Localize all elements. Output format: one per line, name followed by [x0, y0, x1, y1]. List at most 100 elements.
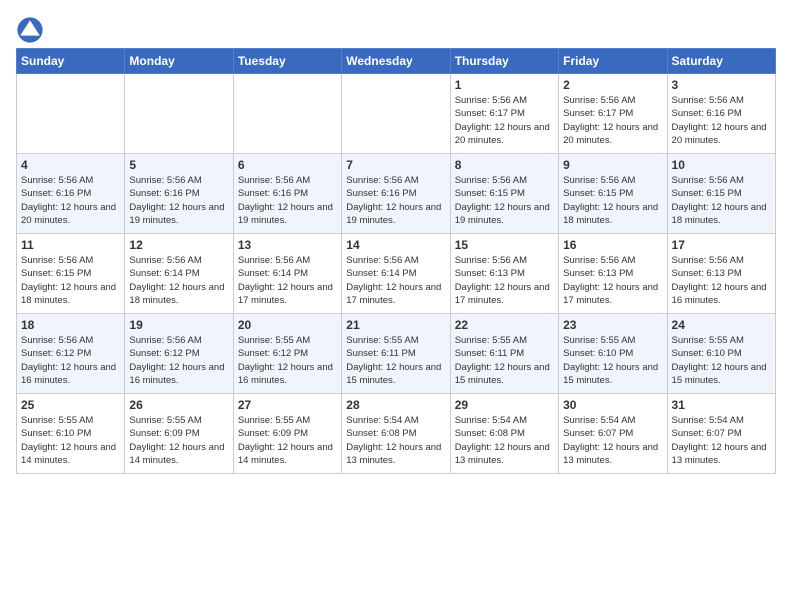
calendar-week-row: 25 Sunrise: 5:55 AM Sunset: 6:10 PM Dayli…: [17, 394, 776, 474]
day-info: Sunrise: 5:55 AM Sunset: 6:11 PM Dayligh…: [346, 334, 445, 387]
calendar-cell: 21 Sunrise: 5:55 AM Sunset: 6:11 PM Dayli…: [342, 314, 450, 394]
day-info: Sunrise: 5:56 AM Sunset: 6:17 PM Dayligh…: [563, 94, 662, 147]
calendar-header-row: SundayMondayTuesdayWednesdayThursdayFrid…: [17, 49, 776, 74]
calendar-cell: 5 Sunrise: 5:56 AM Sunset: 6:16 PM Daylig…: [125, 154, 233, 234]
day-info: Sunrise: 5:55 AM Sunset: 6:09 PM Dayligh…: [238, 414, 337, 467]
day-info: Sunrise: 5:54 AM Sunset: 6:08 PM Dayligh…: [455, 414, 554, 467]
day-info: Sunrise: 5:56 AM Sunset: 6:14 PM Dayligh…: [238, 254, 337, 307]
calendar-cell: 16Sunrise: 5:56 AM Sunset: 6:13 PM Dayli…: [559, 234, 667, 314]
calendar-cell: 24 Sunrise: 5:55 AM Sunset: 6:10 PM Dayli…: [667, 314, 775, 394]
day-header: Wednesday: [342, 49, 450, 74]
calendar-cell: 26 Sunrise: 5:55 AM Sunset: 6:09 PM Dayli…: [125, 394, 233, 474]
calendar-cell: 17Sunrise: 5:56 AM Sunset: 6:13 PM Dayli…: [667, 234, 775, 314]
day-info: Sunrise: 5:55 AM Sunset: 6:10 PM Dayligh…: [672, 334, 771, 387]
calendar-table: SundayMondayTuesdayWednesdayThursdayFrid…: [16, 48, 776, 474]
logo-icon: [16, 16, 44, 44]
calendar-cell: 30 Sunrise: 5:54 AM Sunset: 6:07 PM Dayli…: [559, 394, 667, 474]
calendar-week-row: 18 Sunrise: 5:56 AM Sunset: 6:12 PM Dayli…: [17, 314, 776, 394]
day-number: 26: [129, 398, 228, 412]
day-info: Sunrise: 5:56 AM Sunset: 6:15 PM Dayligh…: [563, 174, 662, 227]
day-info: Sunrise: 5:56 AM Sunset: 6:16 PM Dayligh…: [346, 174, 445, 227]
day-info: Sunrise: 5:56 AM Sunset: 6:13 PM Dayligh…: [455, 254, 554, 307]
day-number: 31: [672, 398, 771, 412]
calendar-cell: [125, 74, 233, 154]
logo: [16, 16, 48, 44]
calendar-cell: 31 Sunrise: 5:54 AM Sunset: 6:07 PM Dayli…: [667, 394, 775, 474]
day-header: Sunday: [17, 49, 125, 74]
day-number: 1: [455, 78, 554, 92]
day-info: Sunrise: 5:55 AM Sunset: 6:10 PM Dayligh…: [21, 414, 120, 467]
day-info: Sunrise: 5:56 AM Sunset: 6:13 PM Dayligh…: [563, 254, 662, 307]
day-number: 29: [455, 398, 554, 412]
calendar-cell: 19 Sunrise: 5:56 AM Sunset: 6:12 PM Dayli…: [125, 314, 233, 394]
header: [16, 16, 776, 44]
day-header: Thursday: [450, 49, 558, 74]
day-number: 18: [21, 318, 120, 332]
day-number: 13: [238, 238, 337, 252]
calendar-body: 1 Sunrise: 5:56 AM Sunset: 6:17 PM Daylig…: [17, 74, 776, 474]
day-number: 2: [563, 78, 662, 92]
day-number: 25: [21, 398, 120, 412]
day-number: 22: [455, 318, 554, 332]
day-info: Sunrise: 5:56 AM Sunset: 6:13 PM Dayligh…: [672, 254, 771, 307]
calendar-week-row: 11Sunrise: 5:56 AM Sunset: 6:15 PM Dayli…: [17, 234, 776, 314]
calendar-week-row: 1 Sunrise: 5:56 AM Sunset: 6:17 PM Daylig…: [17, 74, 776, 154]
day-number: 11: [21, 238, 120, 252]
day-info: Sunrise: 5:55 AM Sunset: 6:11 PM Dayligh…: [455, 334, 554, 387]
day-info: Sunrise: 5:56 AM Sunset: 6:14 PM Dayligh…: [129, 254, 228, 307]
day-info: Sunrise: 5:54 AM Sunset: 6:07 PM Dayligh…: [563, 414, 662, 467]
day-number: 20: [238, 318, 337, 332]
day-number: 4: [21, 158, 120, 172]
day-header: Tuesday: [233, 49, 341, 74]
calendar-cell: [342, 74, 450, 154]
day-info: Sunrise: 5:55 AM Sunset: 6:10 PM Dayligh…: [563, 334, 662, 387]
day-number: 15: [455, 238, 554, 252]
day-info: Sunrise: 5:54 AM Sunset: 6:07 PM Dayligh…: [672, 414, 771, 467]
day-info: Sunrise: 5:55 AM Sunset: 6:09 PM Dayligh…: [129, 414, 228, 467]
day-info: Sunrise: 5:56 AM Sunset: 6:15 PM Dayligh…: [672, 174, 771, 227]
day-number: 7: [346, 158, 445, 172]
calendar-cell: 22 Sunrise: 5:55 AM Sunset: 6:11 PM Dayli…: [450, 314, 558, 394]
calendar-cell: 25 Sunrise: 5:55 AM Sunset: 6:10 PM Dayli…: [17, 394, 125, 474]
day-info: Sunrise: 5:56 AM Sunset: 6:16 PM Dayligh…: [129, 174, 228, 227]
day-number: 30: [563, 398, 662, 412]
day-number: 27: [238, 398, 337, 412]
day-number: 28: [346, 398, 445, 412]
day-info: Sunrise: 5:56 AM Sunset: 6:16 PM Dayligh…: [238, 174, 337, 227]
day-number: 21: [346, 318, 445, 332]
calendar-week-row: 4 Sunrise: 5:56 AM Sunset: 6:16 PM Daylig…: [17, 154, 776, 234]
day-number: 8: [455, 158, 554, 172]
calendar-cell: 28 Sunrise: 5:54 AM Sunset: 6:08 PM Dayli…: [342, 394, 450, 474]
calendar-cell: 20 Sunrise: 5:55 AM Sunset: 6:12 PM Dayli…: [233, 314, 341, 394]
day-number: 24: [672, 318, 771, 332]
day-info: Sunrise: 5:56 AM Sunset: 6:17 PM Dayligh…: [455, 94, 554, 147]
day-number: 3: [672, 78, 771, 92]
day-number: 9: [563, 158, 662, 172]
day-header: Friday: [559, 49, 667, 74]
day-header: Monday: [125, 49, 233, 74]
day-info: Sunrise: 5:55 AM Sunset: 6:12 PM Dayligh…: [238, 334, 337, 387]
calendar-cell: 18 Sunrise: 5:56 AM Sunset: 6:12 PM Dayli…: [17, 314, 125, 394]
calendar-cell: 1 Sunrise: 5:56 AM Sunset: 6:17 PM Daylig…: [450, 74, 558, 154]
day-info: Sunrise: 5:56 AM Sunset: 6:12 PM Dayligh…: [129, 334, 228, 387]
day-number: 23: [563, 318, 662, 332]
day-number: 19: [129, 318, 228, 332]
calendar-cell: 23 Sunrise: 5:55 AM Sunset: 6:10 PM Dayli…: [559, 314, 667, 394]
calendar-cell: 2 Sunrise: 5:56 AM Sunset: 6:17 PM Daylig…: [559, 74, 667, 154]
calendar-cell: 15 Sunrise: 5:56 AM Sunset: 6:13 PM Dayli…: [450, 234, 558, 314]
calendar-cell: 13 Sunrise: 5:56 AM Sunset: 6:14 PM Dayli…: [233, 234, 341, 314]
calendar-cell: 7 Sunrise: 5:56 AM Sunset: 6:16 PM Daylig…: [342, 154, 450, 234]
day-info: Sunrise: 5:54 AM Sunset: 6:08 PM Dayligh…: [346, 414, 445, 467]
day-number: 14: [346, 238, 445, 252]
calendar-cell: 9 Sunrise: 5:56 AM Sunset: 6:15 PM Daylig…: [559, 154, 667, 234]
calendar-cell: 11Sunrise: 5:56 AM Sunset: 6:15 PM Dayli…: [17, 234, 125, 314]
day-number: 12: [129, 238, 228, 252]
calendar-cell: [17, 74, 125, 154]
day-number: 10: [672, 158, 771, 172]
day-number: 5: [129, 158, 228, 172]
day-info: Sunrise: 5:56 AM Sunset: 6:15 PM Dayligh…: [455, 174, 554, 227]
calendar-cell: 29 Sunrise: 5:54 AM Sunset: 6:08 PM Dayli…: [450, 394, 558, 474]
day-header: Saturday: [667, 49, 775, 74]
day-info: Sunrise: 5:56 AM Sunset: 6:12 PM Dayligh…: [21, 334, 120, 387]
calendar-cell: 8 Sunrise: 5:56 AM Sunset: 6:15 PM Daylig…: [450, 154, 558, 234]
